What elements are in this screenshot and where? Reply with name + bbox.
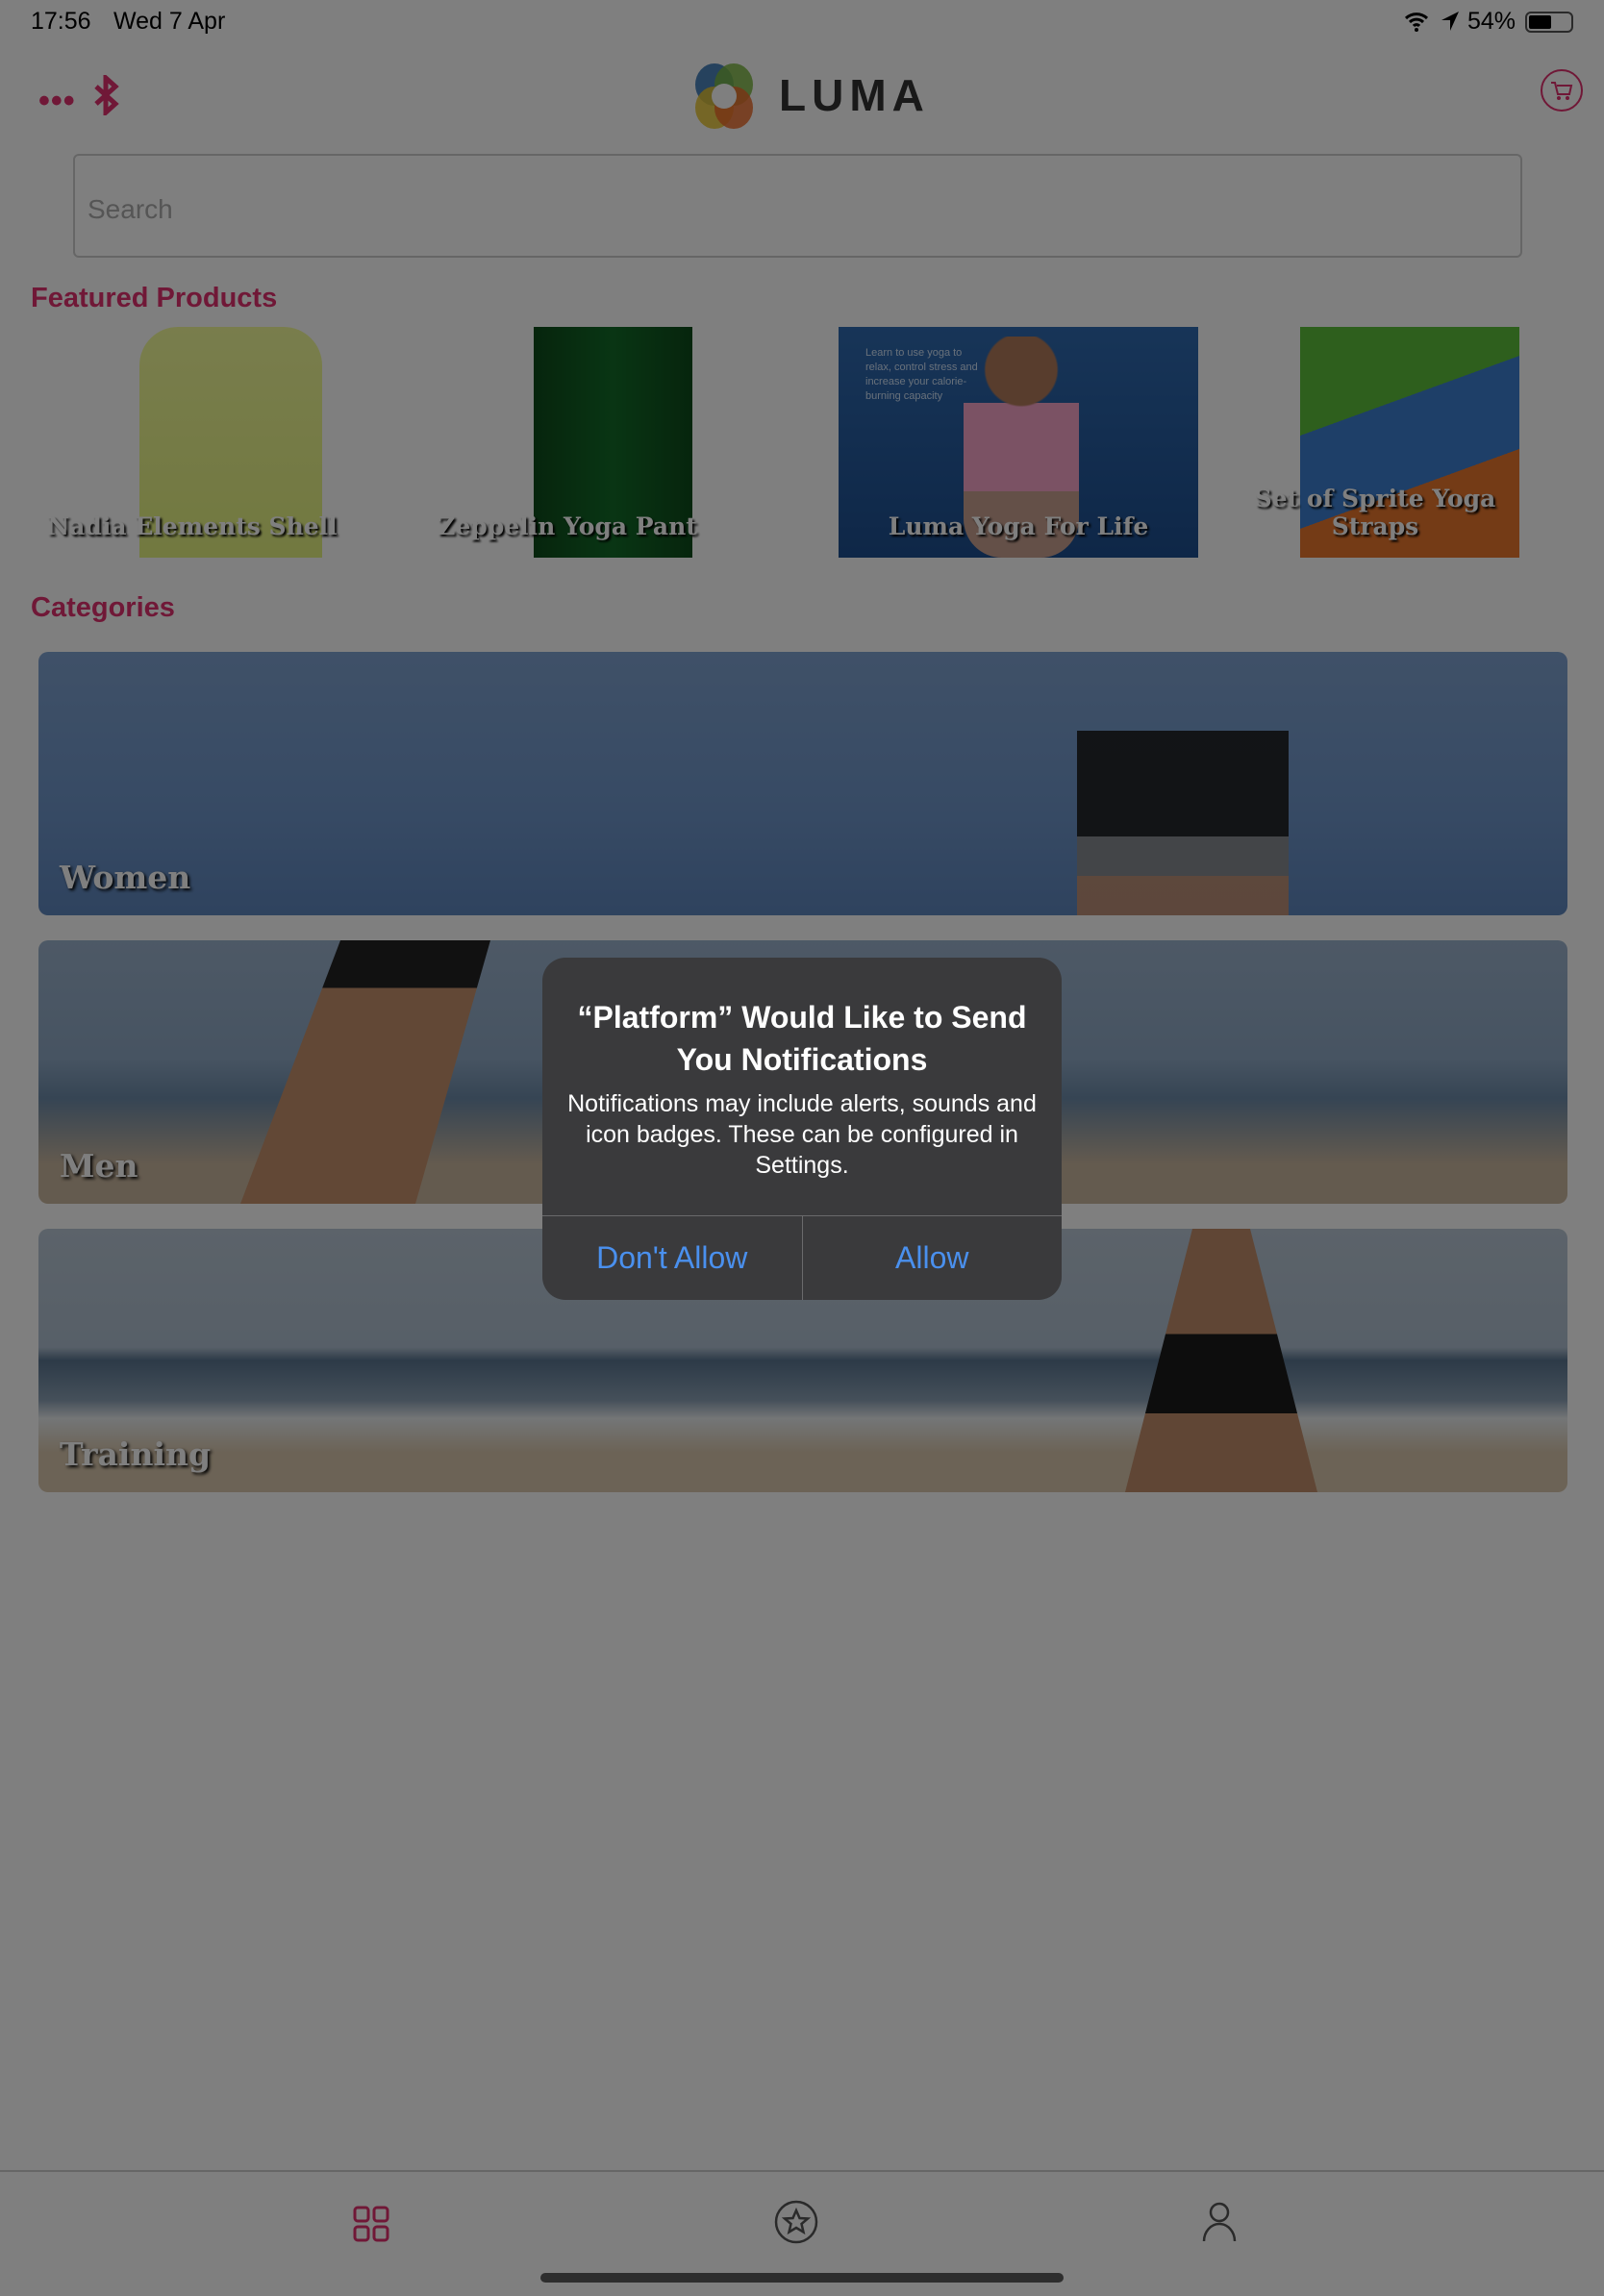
home-indicator[interactable]	[540, 2273, 1064, 2283]
dialog-title: “Platform” Would Like to Send You Notifi…	[577, 1000, 1027, 1077]
notification-permission-dialog: “Platform” Would Like to Send You Notifi…	[542, 958, 1062, 1300]
allow-button[interactable]: Allow	[801, 1216, 1063, 1300]
dialog-message: Notifications may include alerts, sounds…	[567, 1090, 1037, 1179]
dont-allow-button[interactable]: Don't Allow	[542, 1216, 802, 1300]
